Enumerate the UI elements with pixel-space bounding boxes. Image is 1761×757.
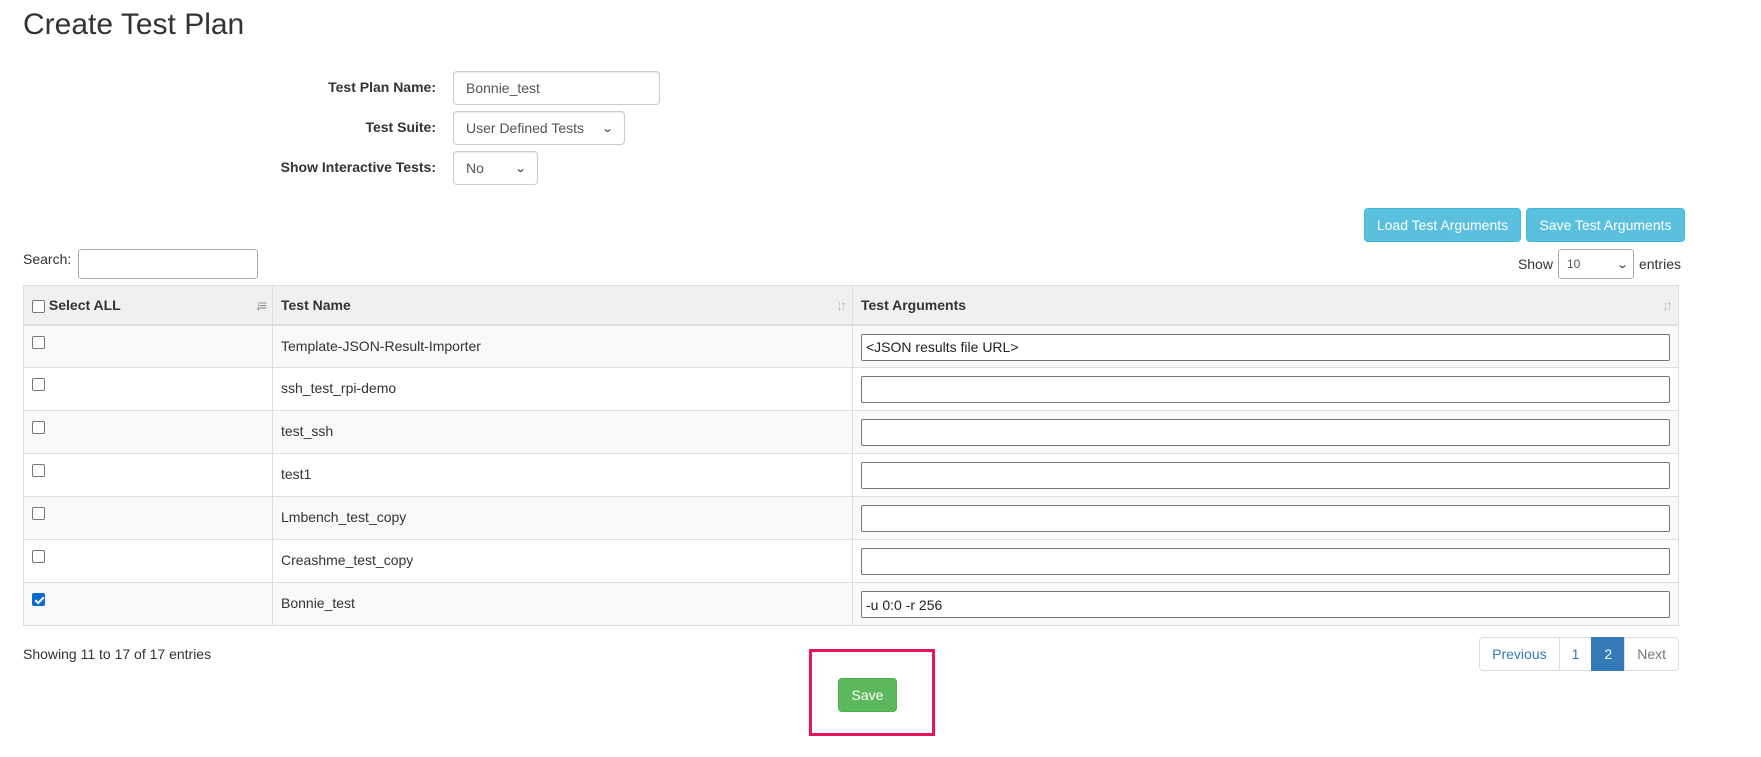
row-select-cell xyxy=(23,539,273,583)
row-select-cell xyxy=(23,453,273,497)
test-arguments-input[interactable] xyxy=(861,376,1670,403)
search-label: Search: xyxy=(23,251,72,267)
test-name: Creashme_test_copy xyxy=(281,552,414,568)
show-entries: Show 10 ⌄ entries xyxy=(1518,249,1681,279)
test-arguments-input[interactable] xyxy=(861,548,1670,575)
test-suite-value: User Defined Tests xyxy=(466,120,585,136)
entries-per-page-select[interactable]: 10 ⌄ xyxy=(1557,249,1634,279)
test-arguments-input[interactable] xyxy=(861,462,1670,489)
test-name-cell: test1 xyxy=(272,453,853,497)
table-row: test1 xyxy=(23,453,1679,497)
pagination-next[interactable]: Next xyxy=(1624,637,1679,671)
page-title: Create Test Plan xyxy=(23,8,245,41)
row-select-cell xyxy=(23,582,273,626)
test-name-cell: Creashme_test_copy xyxy=(272,539,853,583)
test-suite-label: Test Suite: xyxy=(365,119,436,135)
test-name-cell: ssh_test_rpi-demo xyxy=(272,367,853,411)
column-select-all[interactable]: Select ALL ↓≡ xyxy=(23,285,273,326)
sort-asc-icon[interactable]: ↓≡ xyxy=(255,297,267,313)
table-header-row: Select ALL ↓≡ Test Name ↓↑ Test Argument… xyxy=(23,285,1679,326)
plan-name-input[interactable]: Bonnie_test xyxy=(453,71,660,105)
test-arguments-input[interactable]: <JSON results file URL> xyxy=(861,333,1670,361)
column-header-test-name: Test Name xyxy=(281,296,351,313)
test-name-cell: Bonnie_test xyxy=(272,582,853,626)
row-select-cell xyxy=(23,410,273,454)
row-select-cell xyxy=(23,324,273,368)
save-test-arguments-button[interactable]: Save Test Arguments xyxy=(1526,208,1685,242)
table-row: Creashme_test_copy xyxy=(23,539,1679,583)
pagination-previous[interactable]: Previous xyxy=(1479,637,1560,671)
chevron-down-icon: ⌄ xyxy=(600,122,614,135)
test-name: test1 xyxy=(281,466,312,482)
interactive-tests-value: No xyxy=(466,160,484,176)
tests-table: Select ALL ↓≡ Test Name ↓↑ Test Argument… xyxy=(23,285,1679,626)
table-row: test_ssh xyxy=(23,410,1679,454)
sort-both-icon[interactable]: ↓↑ xyxy=(1662,297,1673,313)
test-name-cell: test_ssh xyxy=(272,410,853,454)
entries-label: entries xyxy=(1638,256,1681,272)
pagination-page-1[interactable]: 1 xyxy=(1558,637,1593,671)
column-header-select-all: Select ALL xyxy=(48,296,121,313)
test-name: test_ssh xyxy=(281,423,334,439)
row-checkbox[interactable] xyxy=(32,421,45,434)
row-checkbox[interactable] xyxy=(32,464,45,477)
test-arguments-cell: -u 0:0 -r 256 xyxy=(852,582,1679,626)
plan-name-label: Test Plan Name: xyxy=(328,79,436,95)
sort-both-icon[interactable]: ↓↑ xyxy=(836,297,847,313)
test-name: ssh_test_rpi-demo xyxy=(281,380,397,396)
interactive-tests-label: Show Interactive Tests: xyxy=(280,159,436,175)
column-test-name[interactable]: Test Name ↓↑ xyxy=(272,285,853,326)
row-checkbox[interactable] xyxy=(32,550,45,563)
save-button[interactable]: Save xyxy=(838,678,897,712)
row-checkbox[interactable] xyxy=(32,593,45,606)
test-arguments-value: -u 0:0 -r 256 xyxy=(866,596,943,613)
interactive-tests-select[interactable]: No ⌄ xyxy=(453,151,538,185)
show-label: Show xyxy=(1517,256,1553,272)
row-checkbox[interactable] xyxy=(32,507,45,520)
table-row: Lmbench_test_copy xyxy=(23,496,1679,540)
test-arguments-input[interactable] xyxy=(861,505,1670,532)
test-name-cell: Lmbench_test_copy xyxy=(272,496,853,540)
chevron-down-icon: ⌄ xyxy=(513,162,527,175)
table-body: Template-JSON-Result-Importer <JSON resul… xyxy=(23,324,1679,626)
test-name-cell: Template-JSON-Result-Importer xyxy=(272,324,853,368)
test-name: Bonnie_test xyxy=(281,595,355,611)
test-arguments-input[interactable]: -u 0:0 -r 256 xyxy=(861,591,1670,618)
table-row: Template-JSON-Result-Importer <JSON resul… xyxy=(23,324,1679,368)
test-suite-select[interactable]: User Defined Tests ⌄ xyxy=(453,111,625,145)
test-arguments-cell xyxy=(852,539,1679,583)
pagination-page-2[interactable]: 2 xyxy=(1591,637,1626,671)
test-arguments-input[interactable] xyxy=(861,419,1670,446)
table-row: Bonnie_test -u 0:0 -r 256 xyxy=(23,582,1679,626)
row-select-cell xyxy=(23,496,273,540)
table-row: ssh_test_rpi-demo xyxy=(23,367,1679,411)
column-test-arguments[interactable]: Test Arguments ↓↑ xyxy=(852,285,1679,326)
column-header-test-arguments: Test Arguments xyxy=(861,296,967,313)
search-input[interactable] xyxy=(78,249,258,279)
row-checkbox[interactable] xyxy=(32,378,45,391)
test-name: Lmbench_test_copy xyxy=(281,509,407,525)
plan-name-value: Bonnie_test xyxy=(466,80,540,96)
chevron-down-icon: ⌄ xyxy=(1615,258,1629,271)
select-all-checkbox[interactable] xyxy=(32,299,45,313)
table-info: Showing 11 to 17 of 17 entries xyxy=(23,646,212,662)
test-arguments-cell: <JSON results file URL> xyxy=(852,324,1679,368)
test-arguments-value: <JSON results file URL> xyxy=(866,339,1019,355)
entries-per-page-value: 10 xyxy=(1566,257,1581,271)
test-arguments-cell xyxy=(852,410,1679,454)
row-select-cell xyxy=(23,367,273,411)
pagination: Previous 1 2 Next xyxy=(1479,637,1679,671)
load-test-arguments-button[interactable]: Load Test Arguments xyxy=(1364,208,1521,242)
row-checkbox[interactable] xyxy=(32,335,45,349)
test-arguments-cell xyxy=(852,453,1679,497)
test-arguments-cell xyxy=(852,367,1679,411)
test-name: Template-JSON-Result-Importer xyxy=(281,337,481,354)
test-arguments-cell xyxy=(852,496,1679,540)
create-test-plan-page: Create Test Plan Test Plan Name: Bonnie_… xyxy=(0,0,1761,757)
